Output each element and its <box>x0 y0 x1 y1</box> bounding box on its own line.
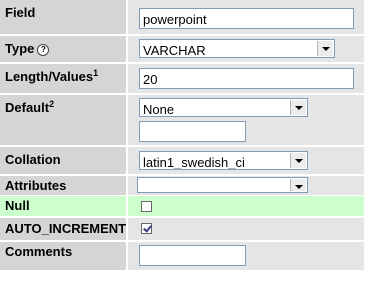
help-icon[interactable]: ? <box>37 44 50 56</box>
collation-select[interactable]: latin1_swedish_ci <box>139 151 308 170</box>
row-comments: Comments <box>0 242 366 270</box>
chevron-down-icon[interactable] <box>290 100 306 115</box>
null-checkbox[interactable] <box>141 201 152 212</box>
row-null: Null <box>0 196 366 216</box>
type-label-cell: Type? <box>0 36 126 62</box>
null-label: Null <box>0 196 126 216</box>
row-type: Type? VARCHAR <box>0 36 366 62</box>
field-label: Field <box>0 0 126 34</box>
chevron-down-icon[interactable] <box>317 41 333 56</box>
collation-label: Collation <box>0 147 126 174</box>
length-label-cell: Length/Values1 <box>0 64 126 93</box>
field-name-input[interactable]: powerpoint <box>139 8 354 29</box>
type-label: Type <box>5 41 35 56</box>
row-attributes: Attributes <box>0 176 366 195</box>
default-select[interactable]: None <box>139 98 308 117</box>
row-auto-increment: AUTO_INCREMENT <box>0 218 366 240</box>
chevron-down-icon[interactable] <box>290 179 306 191</box>
auto-increment-checkbox[interactable] <box>141 223 152 234</box>
default-select-value: None <box>143 102 175 117</box>
attributes-select[interactable] <box>137 177 308 193</box>
footnote-marker: 1 <box>93 68 99 78</box>
footnote-marker: 2 <box>49 99 55 109</box>
default-label: Default <box>5 100 50 115</box>
type-select[interactable]: VARCHAR <box>139 39 335 58</box>
chevron-down-icon[interactable] <box>290 153 306 168</box>
type-select-value: VARCHAR <box>143 43 206 58</box>
row-length: Length/Values1 20 <box>0 64 366 93</box>
length-label: Length/Values <box>5 69 94 84</box>
comments-input[interactable] <box>139 245 246 266</box>
attributes-label: Attributes <box>0 176 126 195</box>
auto-increment-label: AUTO_INCREMENT <box>0 218 126 240</box>
comments-label: Comments <box>0 242 126 270</box>
default-value-input[interactable] <box>139 121 246 142</box>
row-default: Default2 None <box>0 95 366 145</box>
default-label-cell: Default2 <box>0 95 126 145</box>
row-collation: Collation latin1_swedish_ci <box>0 147 366 174</box>
collation-select-value: latin1_swedish_ci <box>143 155 245 170</box>
row-field: Field powerpoint <box>0 0 366 34</box>
length-input[interactable]: 20 <box>139 68 354 89</box>
